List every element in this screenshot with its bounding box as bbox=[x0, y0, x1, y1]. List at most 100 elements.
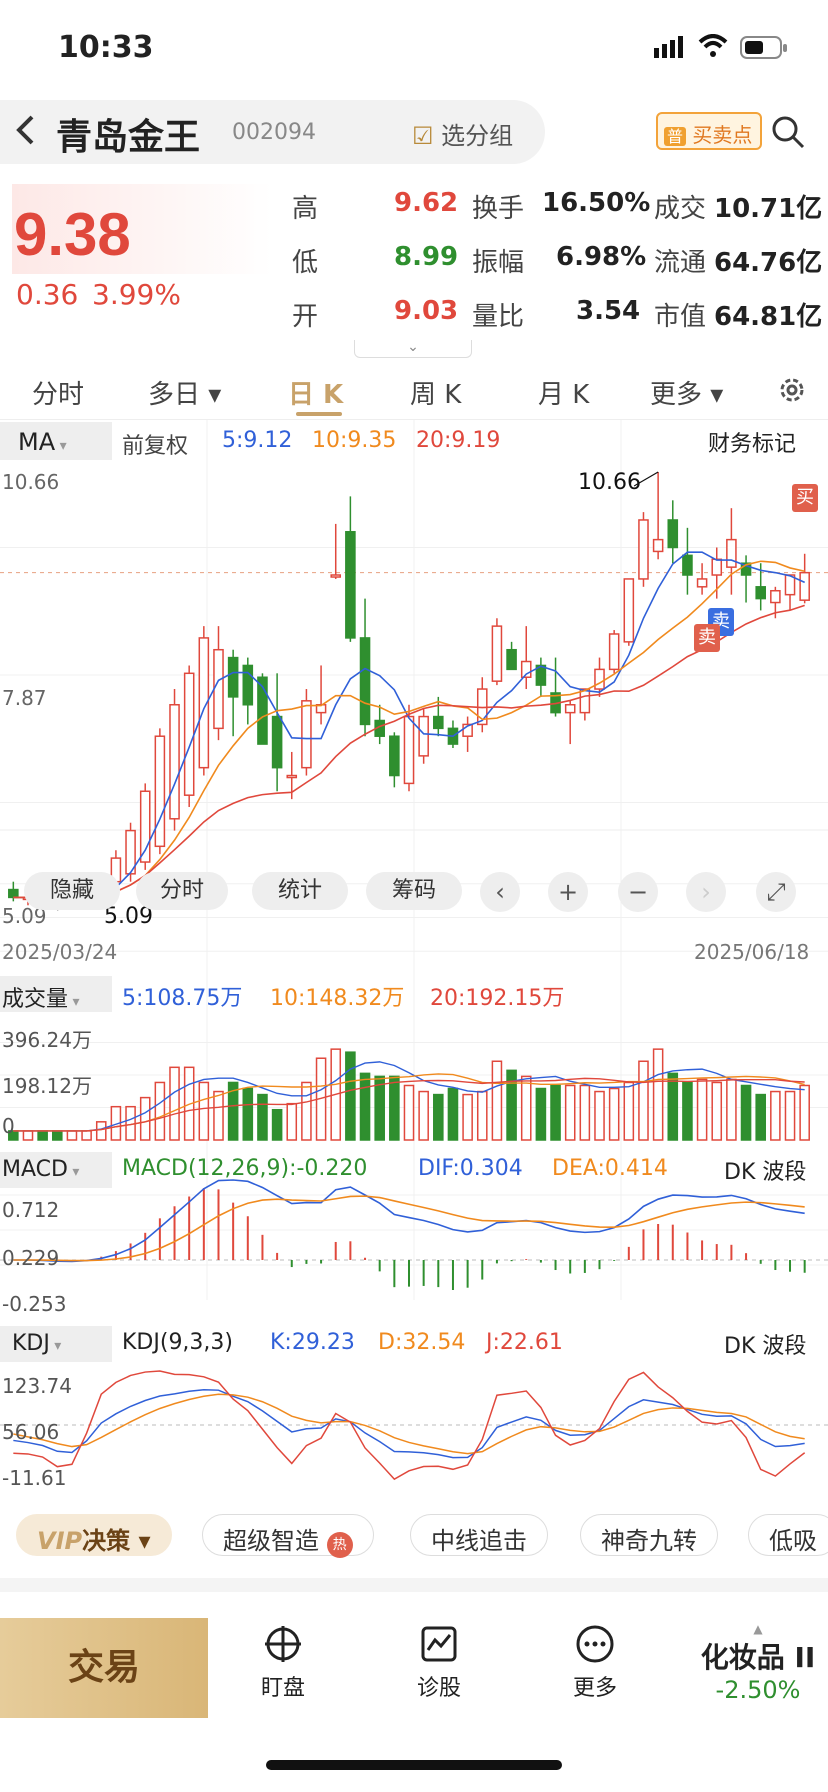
float-cap-value: 64.76亿 bbox=[714, 248, 823, 278]
amplitude-value: 6.98% bbox=[556, 242, 647, 272]
tab-timeshare[interactable]: 分时 bbox=[32, 374, 84, 411]
chevron-up-icon: ▲ bbox=[753, 1622, 763, 1636]
volume-bar bbox=[169, 1066, 180, 1141]
candle-body bbox=[169, 704, 180, 820]
back-arrow-icon[interactable] bbox=[14, 114, 36, 154]
kdj-label: KDJ bbox=[12, 1331, 50, 1356]
timeshare-button[interactable]: 分时 bbox=[136, 872, 228, 910]
buy-sell-point-button[interactable]: 普 买卖点 bbox=[656, 112, 762, 150]
volume-bar bbox=[608, 1087, 620, 1141]
volume-bar bbox=[711, 1081, 723, 1141]
candle-body bbox=[389, 735, 400, 777]
prev-arrow-icon[interactable]: ‹ bbox=[480, 872, 520, 912]
battery-icon bbox=[740, 36, 788, 64]
expand-chevron-icon[interactable]: ⌄ bbox=[354, 340, 472, 358]
candle-body bbox=[623, 578, 635, 643]
volume-label: 成交量 bbox=[2, 987, 69, 1012]
sector-info[interactable]: ▲ 化妆品 II -2.50% bbox=[688, 1622, 828, 1704]
feature-mid-chase[interactable]: 中线追击 bbox=[410, 1514, 548, 1556]
tab-multiday[interactable]: 多日 ▾ bbox=[148, 374, 221, 411]
vol-ma10: 10:148.32万 bbox=[270, 986, 405, 1011]
kdj-d-line bbox=[13, 1393, 805, 1455]
nav-more[interactable]: 更多 bbox=[540, 1624, 650, 1702]
settings-gear-icon[interactable] bbox=[776, 374, 808, 410]
volume-bar bbox=[286, 1102, 298, 1141]
tab-active-indicator bbox=[296, 412, 342, 416]
kdj-k: K:29.23 bbox=[270, 1330, 355, 1355]
ma-label-box[interactable]: MA ▾ bbox=[0, 422, 112, 460]
bottom-nav: 交易 盯盘 诊股 更多 ▲ 化妆品 II -2.50% bbox=[0, 1618, 828, 1718]
tab-daily-k[interactable]: 日 K bbox=[288, 374, 343, 411]
turnover-label: 换手 bbox=[472, 194, 525, 224]
feature-super-smart[interactable]: 超级智造 热 bbox=[202, 1514, 374, 1558]
volume-bar bbox=[37, 1130, 48, 1141]
macd-label-box[interactable]: MACD ▾ bbox=[0, 1152, 112, 1188]
sell-marker-2[interactable]: 卖 bbox=[694, 624, 720, 652]
tab-more[interactable]: 更多 ▾ bbox=[650, 374, 723, 411]
search-icon[interactable] bbox=[770, 114, 806, 154]
tab-monthly-k[interactable]: 月 K bbox=[538, 374, 589, 411]
volume-bar bbox=[652, 1048, 664, 1141]
volume-bar bbox=[682, 1081, 693, 1141]
macd-y-top: 0.712 bbox=[2, 1198, 60, 1222]
kdj-dk-button[interactable]: DK 波段 bbox=[720, 1326, 811, 1362]
volume-bar bbox=[139, 1096, 151, 1141]
volume-label-box[interactable]: 成交量 ▾ bbox=[0, 976, 112, 1012]
market-cap-label: 市值 bbox=[654, 302, 707, 332]
chips-button[interactable]: 筹码 bbox=[366, 872, 462, 910]
volume-bar bbox=[345, 1051, 356, 1141]
volume-bar bbox=[433, 1093, 444, 1141]
price-change-pct: 3.99% bbox=[92, 278, 181, 311]
volume-bar bbox=[638, 1060, 649, 1141]
candle-body bbox=[213, 648, 224, 730]
vol-ma5: 5:108.75万 bbox=[122, 986, 243, 1011]
ma5-value: 5:9.12 bbox=[222, 428, 293, 453]
vip-decision-button[interactable]: VIP决策 ▾ bbox=[16, 1514, 172, 1556]
candle-body bbox=[418, 715, 429, 757]
fullscreen-icon[interactable]: ⤢ bbox=[756, 872, 796, 912]
hide-button[interactable]: 隐藏 bbox=[24, 872, 120, 910]
date-end: 2025/06/18 bbox=[694, 940, 810, 964]
volume-bar bbox=[66, 1130, 78, 1141]
nav-watch[interactable]: 盯盘 bbox=[228, 1624, 338, 1702]
next-arrow-icon[interactable]: › bbox=[686, 872, 726, 912]
adjust-type[interactable]: 前复权 bbox=[122, 428, 188, 460]
volume-bar bbox=[22, 1130, 34, 1141]
kdj-label-box[interactable]: KDJ ▾ bbox=[0, 1326, 112, 1362]
volume-bar bbox=[491, 1060, 503, 1141]
nav-diagnose-label: 诊股 bbox=[416, 1676, 461, 1701]
kline-y-mid: 7.87 bbox=[2, 686, 47, 710]
candle-body bbox=[608, 633, 620, 671]
tab-weekly-k[interactable]: 周 K bbox=[410, 374, 461, 411]
select-group-button[interactable]: ☑ 选分组 bbox=[412, 116, 513, 151]
trade-button[interactable]: 交易 bbox=[0, 1618, 208, 1718]
divider bbox=[0, 1578, 828, 1592]
feature-magic-nine[interactable]: 神奇九转 bbox=[580, 1514, 718, 1556]
high-value: 9.62 bbox=[394, 188, 459, 218]
candle-body bbox=[359, 637, 371, 726]
feature-strip: VIP决策 ▾ 超级智造 热 中线追击 神奇九转 低吸 bbox=[0, 1500, 828, 1570]
macd-dea: DEA:0.414 bbox=[552, 1156, 668, 1181]
feature-low-buy[interactable]: 低吸 bbox=[748, 1514, 828, 1556]
feature-label: 超级智造 bbox=[223, 1527, 319, 1555]
buy-sell-label: 买卖点 bbox=[692, 123, 753, 147]
volume-bar bbox=[81, 1130, 92, 1141]
stats-button[interactable]: 统计 bbox=[252, 872, 348, 910]
diagnose-chart-icon bbox=[421, 1626, 457, 1662]
status-bar: 10:33 bbox=[0, 0, 828, 96]
zoom-out-icon[interactable]: − bbox=[618, 872, 658, 912]
volume-bar bbox=[359, 1072, 371, 1141]
buy-marker[interactable]: 买 bbox=[792, 484, 818, 512]
signal-icon bbox=[654, 36, 684, 58]
candle-body bbox=[8, 888, 19, 899]
buy-sell-badge: 普 bbox=[664, 127, 687, 146]
sector-change: -2.50% bbox=[715, 1676, 801, 1704]
macd-params: MACD(12,26,9):-0.220 bbox=[122, 1156, 368, 1181]
nav-diagnose[interactable]: 诊股 bbox=[384, 1624, 494, 1702]
volume-bar bbox=[726, 1078, 737, 1141]
zoom-in-icon[interactable]: + bbox=[548, 872, 588, 912]
kline-y-top: 10.66 bbox=[2, 470, 60, 494]
candle-body bbox=[345, 531, 356, 639]
macd-dk-button[interactable]: DK 波段 bbox=[720, 1152, 811, 1188]
finance-mark-button[interactable]: 财务标记 bbox=[708, 426, 796, 458]
